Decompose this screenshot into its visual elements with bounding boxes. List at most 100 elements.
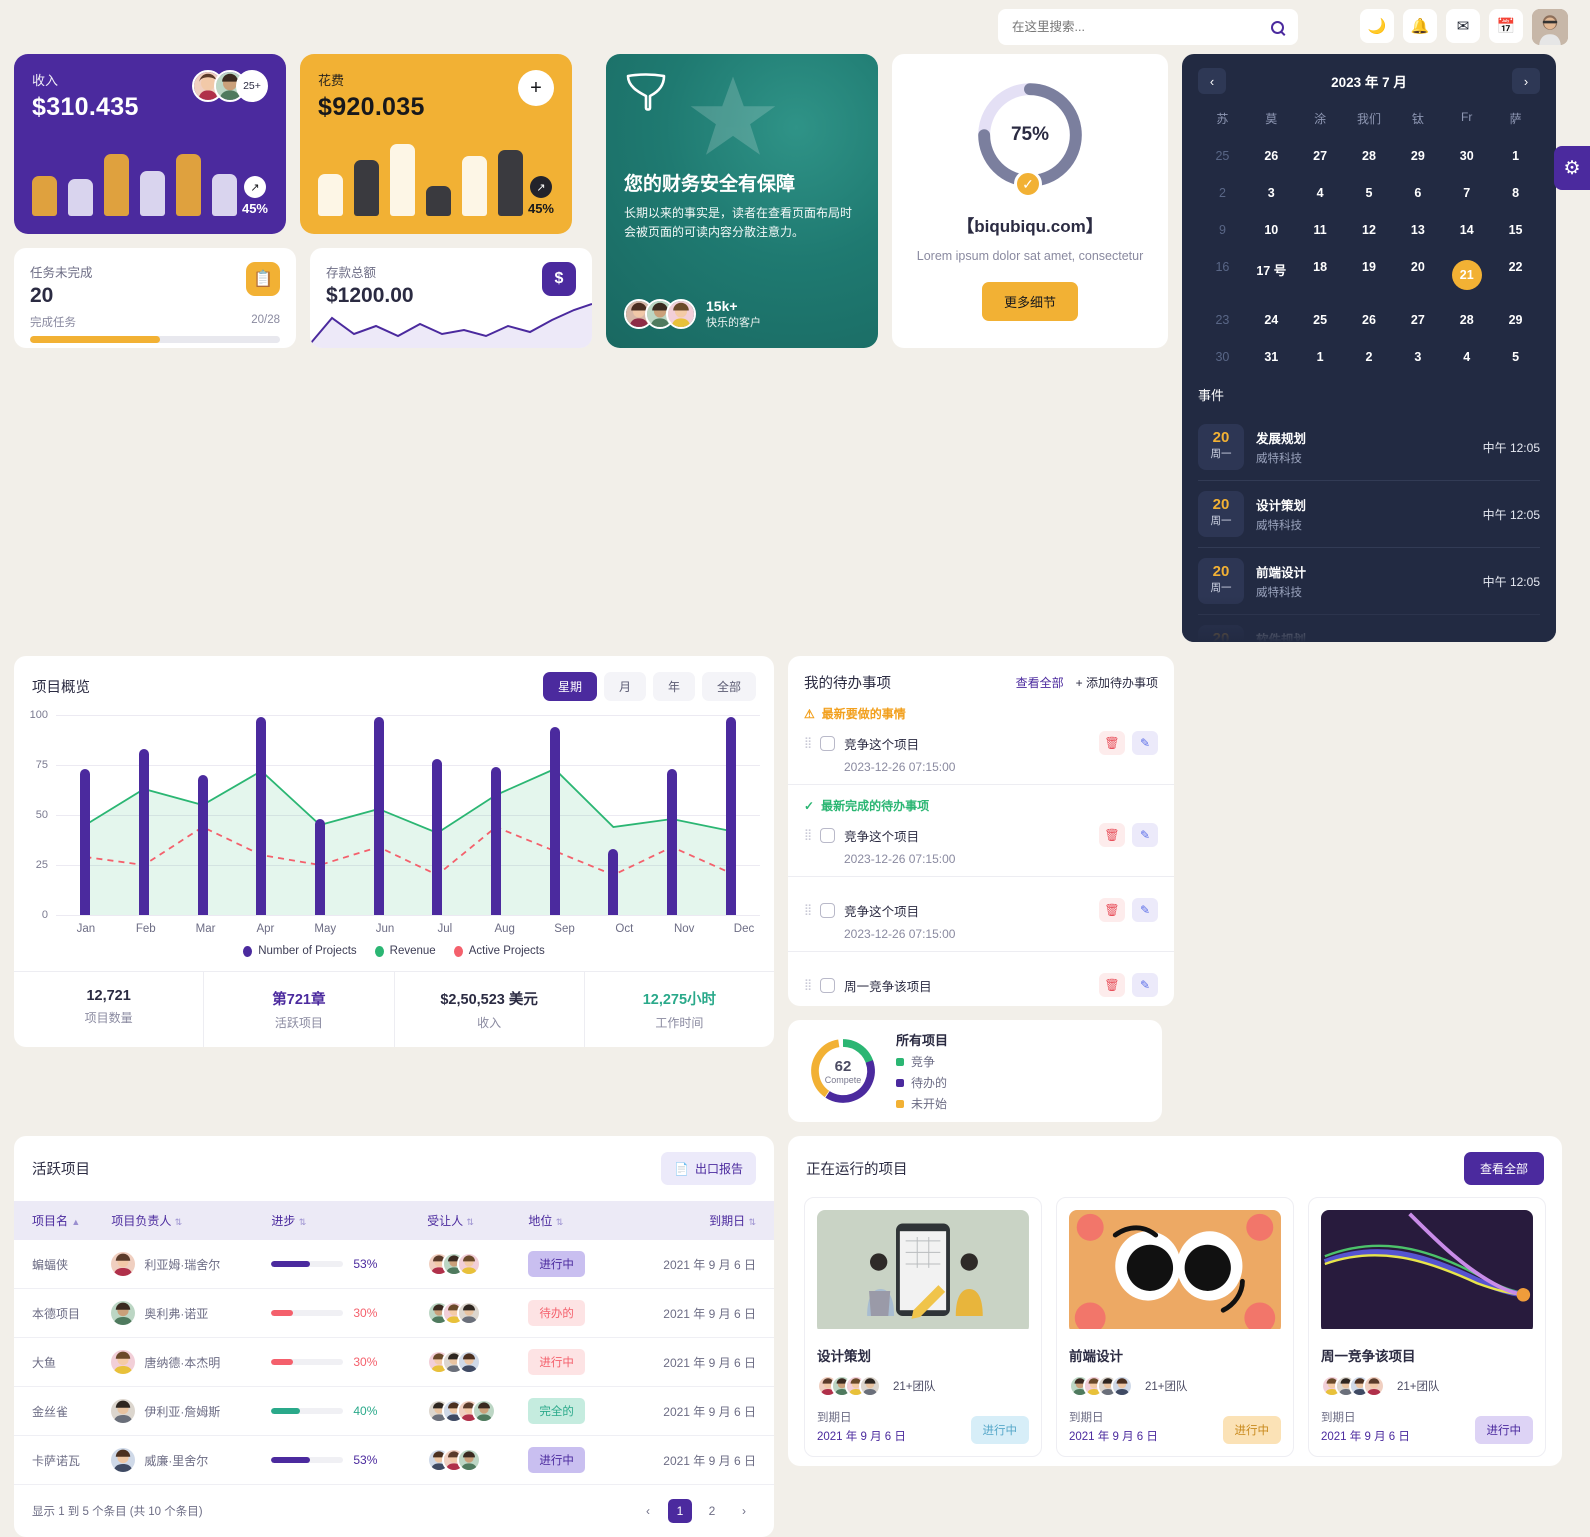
calendar-day[interactable]: 6 — [1393, 179, 1442, 207]
page-next-button[interactable]: › — [732, 1499, 756, 1523]
calendar-day[interactable]: 9 — [1198, 216, 1247, 244]
calendar-day[interactable]: 28 — [1442, 306, 1491, 334]
calendar-day[interactable]: 25 — [1296, 306, 1345, 334]
calendar-day[interactable]: 17 号 — [1247, 253, 1296, 297]
calendar-day[interactable]: 2 — [1198, 179, 1247, 207]
calendar-day[interactable]: 12 — [1345, 216, 1394, 244]
calendar-day[interactable]: 26 — [1345, 306, 1394, 334]
event-item[interactable]: 20 周一 设计策划 威特科技 中午 12:05 — [1198, 481, 1540, 548]
calendar-day[interactable]: 20 — [1393, 253, 1442, 297]
drag-handle-icon[interactable]: ⣿ — [804, 979, 812, 990]
calendar-day[interactable]: 22 — [1491, 253, 1540, 297]
bell-icon[interactable]: 🔔 — [1403, 9, 1437, 43]
todo-view-all-link[interactable]: 查看全部 — [1016, 674, 1064, 691]
table-pagination[interactable]: ‹ 1 2 › — [636, 1499, 756, 1523]
calendar-day[interactable]: 30 — [1198, 343, 1247, 371]
chart-range-年[interactable]: 年 — [652, 672, 695, 701]
calendar-day[interactable]: 27 — [1296, 142, 1345, 170]
calendar-day[interactable]: 25 — [1198, 142, 1247, 170]
todo-checkbox[interactable] — [820, 977, 836, 993]
drag-handle-icon[interactable]: ⣿ — [804, 737, 812, 748]
calendar-next-button[interactable]: › — [1511, 68, 1540, 94]
calendar-day[interactable]: 28 — [1345, 142, 1394, 170]
export-report-button[interactable]: 📄 出口报告 — [661, 1152, 756, 1185]
calendar-day[interactable]: 3 — [1393, 343, 1442, 371]
add-todo-button[interactable]: + 添加待办事项 — [1076, 674, 1158, 691]
calendar-day[interactable]: 14 — [1442, 216, 1491, 244]
calendar-day[interactable]: 18 — [1296, 253, 1345, 297]
mail-icon[interactable]: ✉ — [1446, 9, 1480, 43]
table-header-row[interactable]: 项目名 ▲ 项目负责人 ⇅ 进步 ⇅ 受让人 ⇅ 地位 ⇅ 到期日 ⇅ — [14, 1201, 774, 1240]
event-item[interactable]: 20 周一 发展规划 威特科技 中午 12:05 — [1198, 414, 1540, 481]
delete-icon[interactable]: 🗑 — [1099, 973, 1125, 997]
table-column-3[interactable]: 受让人 ⇅ — [427, 1201, 529, 1240]
todo-checkbox[interactable] — [820, 735, 836, 751]
add-expense-button[interactable]: + — [518, 70, 554, 106]
delete-icon[interactable]: 🗑 — [1099, 898, 1125, 922]
more-members-badge[interactable]: 25+ — [236, 70, 268, 102]
table-row[interactable]: 卡萨诺瓦 威廉·里舍尔 53% 进行中 2021 年 9 月 6 日 — [14, 1435, 774, 1485]
search-box[interactable] — [998, 9, 1298, 45]
edit-icon[interactable]: ✎ — [1132, 898, 1158, 922]
calendar-day[interactable]: 1 — [1296, 343, 1345, 371]
calendar-day[interactable]: 26 — [1247, 142, 1296, 170]
calendar-day[interactable]: 16 — [1198, 253, 1247, 297]
chart-range-segments[interactable]: 星期月年全部 — [542, 672, 756, 701]
chart-legend-item[interactable]: Revenue — [374, 945, 436, 957]
todo-item[interactable]: ⣿ 竞争这个项目 🗑 ✎ — [804, 731, 1158, 755]
chart-legend-item[interactable]: Number of Projects — [243, 945, 357, 957]
calendar-day[interactable]: 27 — [1393, 306, 1442, 334]
table-row[interactable]: 蝙蝠侠 利亚姆·瑞舍尔 53% 进行中 2021 年 9 月 6 日 — [14, 1240, 774, 1289]
running-view-all-button[interactable]: 查看全部 — [1463, 1152, 1544, 1185]
running-project-card[interactable]: 周一竞争该项目 21+团队 到期日 2021 年 9 月 6 日 进行中 — [1308, 1197, 1546, 1457]
delete-icon[interactable]: 🗑 — [1099, 823, 1125, 847]
calendar-day[interactable]: 8 — [1491, 179, 1540, 207]
table-column-2[interactable]: 进步 ⇅ — [271, 1201, 428, 1240]
running-project-card[interactable]: 设计策划 21+团队 到期日 2021 年 9 月 6 日 进行中 — [804, 1197, 1042, 1457]
calendar-day[interactable]: 4 — [1296, 179, 1345, 207]
search-input[interactable] — [1012, 20, 1242, 34]
chart-legend-item[interactable]: Active Projects — [453, 945, 545, 957]
calendar-icon[interactable]: 📅 — [1489, 9, 1523, 43]
avatar[interactable] — [1532, 9, 1568, 45]
search-icon[interactable] — [1271, 20, 1284, 34]
calendar-day[interactable]: 21 — [1442, 253, 1491, 297]
calendar-day[interactable]: 19 — [1345, 253, 1394, 297]
revenue-avatars[interactable]: 25+ — [192, 70, 268, 102]
chart-range-全部[interactable]: 全部 — [701, 672, 756, 701]
page-1-button[interactable]: 1 — [668, 1499, 692, 1523]
chart-range-星期[interactable]: 星期 — [542, 672, 597, 701]
moon-icon[interactable]: 🌙 — [1360, 9, 1394, 43]
edit-icon[interactable]: ✎ — [1132, 973, 1158, 997]
calendar-day[interactable]: 3 — [1247, 179, 1296, 207]
todo-item[interactable]: ⣿ 竞争这个项目 🗑 ✎ — [804, 823, 1158, 847]
todo-item[interactable]: ⣿ 周一竞争该项目 🗑 ✎ — [804, 973, 1158, 997]
todo-checkbox[interactable] — [820, 902, 836, 918]
calendar-day[interactable]: 2 — [1345, 343, 1394, 371]
calendar-day[interactable]: 5 — [1491, 343, 1540, 371]
calendar-day[interactable]: 10 — [1247, 216, 1296, 244]
calendar-day[interactable]: 4 — [1442, 343, 1491, 371]
edit-icon[interactable]: ✎ — [1132, 731, 1158, 755]
calendar-day[interactable]: 31 — [1247, 343, 1296, 371]
drag-handle-icon[interactable]: ⣿ — [804, 829, 812, 840]
drag-handle-icon[interactable]: ⣿ — [804, 904, 812, 915]
calendar-prev-button[interactable]: ‹ — [1198, 68, 1226, 94]
chart-range-月[interactable]: 月 — [603, 672, 646, 701]
edit-icon[interactable]: ✎ — [1132, 823, 1158, 847]
table-column-1[interactable]: 项目负责人 ⇅ — [111, 1201, 272, 1240]
table-row[interactable]: 金丝雀 伊利亚·詹姆斯 40% 完全的 2021 年 9 月 6 日 — [14, 1386, 774, 1436]
calendar-day[interactable]: 30 — [1442, 142, 1491, 170]
calendar-day[interactable]: 24 — [1247, 306, 1296, 334]
page-prev-button[interactable]: ‹ — [636, 1499, 660, 1523]
running-project-card[interactable]: 前端设计 21+团队 到期日 2021 年 9 月 6 日 进行中 — [1056, 1197, 1294, 1457]
calendar-day[interactable]: 5 — [1345, 179, 1394, 207]
calendar-day[interactable]: 13 — [1393, 216, 1442, 244]
calendar-day[interactable]: 23 — [1198, 306, 1247, 334]
todo-item[interactable]: ⣿ 竞争这个项目 🗑 ✎ — [804, 898, 1158, 922]
delete-icon[interactable]: 🗑 — [1099, 731, 1125, 755]
calendar-day[interactable]: 15 — [1491, 216, 1540, 244]
page-2-button[interactable]: 2 — [700, 1499, 724, 1523]
calendar-day[interactable]: 7 — [1442, 179, 1491, 207]
table-row[interactable]: 大鱼 唐纳德·本杰明 30% 进行中 2021 年 9 月 6 日 — [14, 1337, 774, 1387]
